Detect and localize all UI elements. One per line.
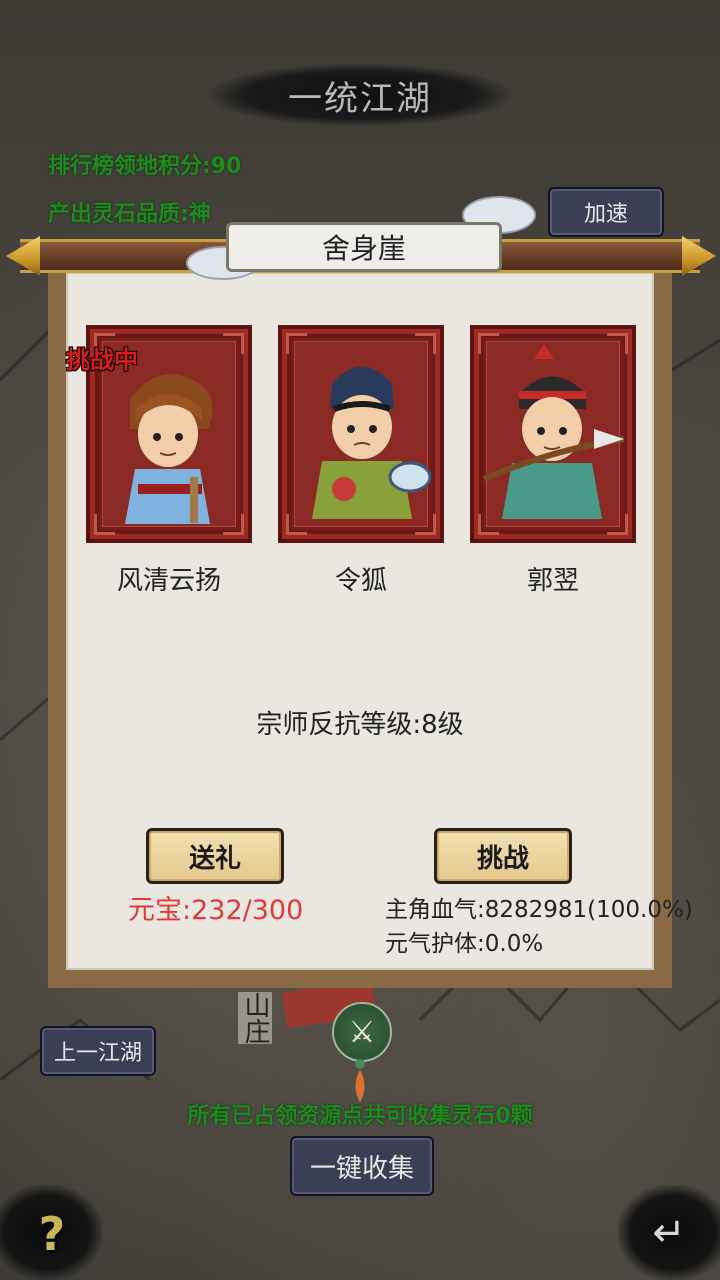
character-portrait-linghu bbox=[312, 366, 432, 519]
character-card-guoyi[interactable] bbox=[470, 325, 636, 543]
shield-percentage: 元气护体:0.0% bbox=[385, 931, 544, 957]
game-title-banner: 一统江湖 bbox=[210, 64, 510, 126]
character-portrait-guoyi bbox=[482, 344, 625, 519]
page-title: 一统江湖 bbox=[288, 78, 432, 119]
stone-quality: 产出灵石品质:神 bbox=[48, 202, 211, 227]
swords-glyph: ⚔ bbox=[348, 1014, 376, 1050]
character-name: 令狐 bbox=[334, 566, 387, 596]
character-name: 风清云扬 bbox=[116, 566, 221, 596]
character-name: 郭翌 bbox=[526, 566, 579, 596]
speed-up-button[interactable]: 加速 bbox=[548, 187, 664, 237]
hero-hp: 主角血气:8282981(100.0%) bbox=[385, 897, 693, 923]
collect-all-button[interactable]: 一键收集 bbox=[290, 1136, 434, 1196]
character-card-linghu[interactable] bbox=[278, 325, 444, 543]
send-gift-button[interactable]: 送礼 bbox=[146, 828, 284, 884]
tassel-ornament bbox=[355, 1059, 365, 1102]
ingot-count: 元宝:232/300 bbox=[128, 895, 304, 926]
back-arrow-icon[interactable]: ↵ bbox=[644, 1208, 694, 1258]
collect-notice: 所有已占领资源点共可收集灵石0颗 bbox=[187, 1104, 533, 1129]
leaderboard-points: 排行榜领地积分:90 bbox=[48, 154, 242, 179]
challenge-button[interactable]: 挑战 bbox=[434, 828, 572, 884]
challenging-badge: 挑战中 bbox=[66, 346, 138, 374]
help-icon[interactable]: ? bbox=[30, 1205, 74, 1263]
map-place-label[interactable]: 山庄 bbox=[238, 992, 272, 1044]
location-title: 舍身崖 bbox=[321, 232, 406, 265]
master-resistance-level: 宗师反抗等级:8级 bbox=[256, 710, 464, 740]
previous-jianghu-button[interactable]: 上一江湖 bbox=[40, 1026, 156, 1076]
battle-swords-icon[interactable]: ⚔ bbox=[332, 1002, 392, 1062]
location-title-tab: 舍身崖 bbox=[226, 222, 502, 272]
